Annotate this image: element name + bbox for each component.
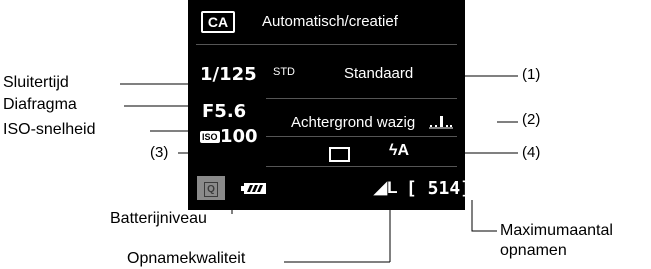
callout-2: (2): [522, 111, 541, 128]
aperture-value[interactable]: F5.6: [202, 101, 246, 122]
picture-style-icon: STD: [273, 66, 295, 78]
label-iso: ISO-snelheid: [3, 121, 96, 138]
label-max-shots-line1: Maximumaantal: [500, 222, 613, 239]
divider: [196, 44, 457, 45]
battery-icon: [241, 183, 266, 194]
label-quality: Opnamekwaliteit: [127, 250, 246, 267]
camera-quick-control-screen: CA Automatisch/creatief 1/125 F5.6 ISO 1…: [188, 0, 471, 210]
mode-badge: CA: [201, 11, 235, 33]
label-max-shots-line2: opnamen: [500, 242, 567, 259]
flash-icon[interactable]: ϟA: [389, 142, 409, 160]
image-quality-value[interactable]: ◢L: [374, 178, 397, 198]
picture-style-value[interactable]: Standaard: [344, 65, 413, 82]
label-shutter: Sluitertijd: [3, 74, 69, 91]
iso-icon: ISO: [200, 131, 220, 143]
blur-scale-icon: [429, 116, 453, 129]
iso-value[interactable]: 100: [220, 126, 258, 147]
divider: [266, 166, 457, 167]
background-blur-label[interactable]: Achtergrond wazig: [291, 114, 415, 131]
quick-control-button[interactable]: Q: [197, 176, 225, 200]
label-aperture: Diafragma: [3, 96, 77, 113]
callout-1: (1): [522, 66, 541, 83]
callout-4: (4): [522, 144, 541, 161]
drive-mode-icon[interactable]: [329, 147, 350, 162]
divider: [266, 136, 457, 137]
shutter-speed-value[interactable]: 1/125: [200, 64, 257, 85]
label-battery: Batterijniveau: [110, 210, 207, 227]
mode-title: Automatisch/creatief: [262, 13, 398, 30]
divider: [266, 98, 457, 99]
callout-3: (3): [150, 144, 169, 161]
max-shots-value: [ 514]: [406, 178, 472, 199]
